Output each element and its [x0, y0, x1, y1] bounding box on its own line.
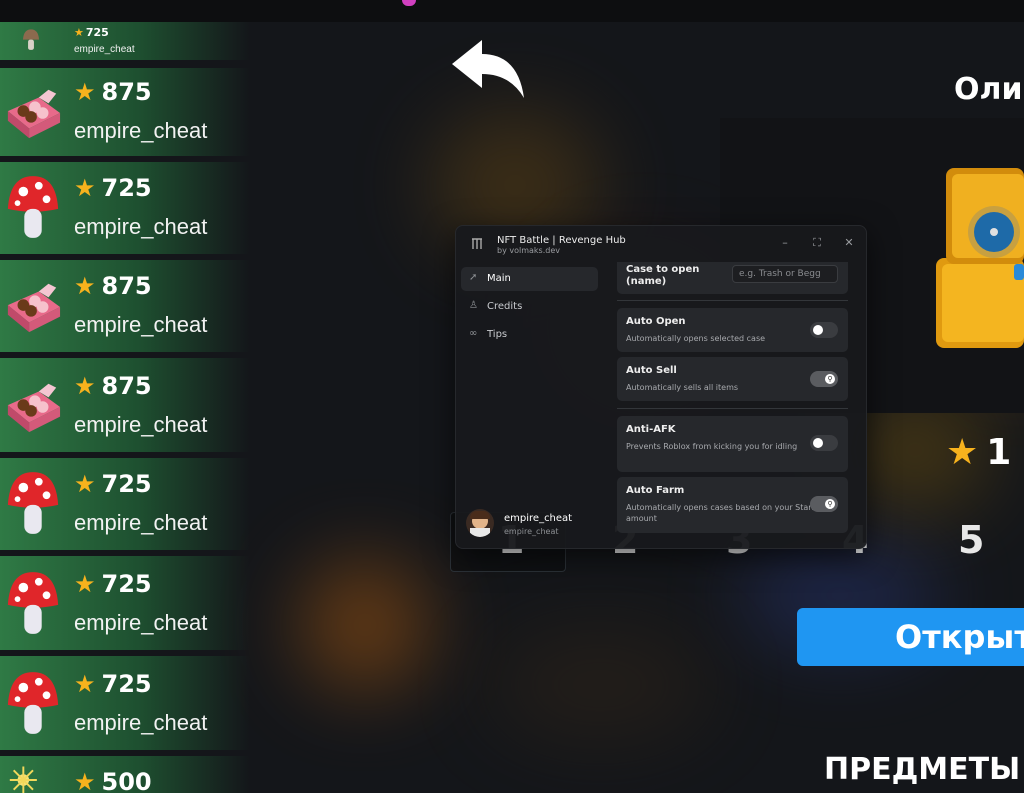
feed-card: ★ 725 empire_cheat — [0, 656, 250, 750]
gem-icon — [402, 0, 416, 6]
auto-farm-row: Auto Farm Automatically opens cases base… — [617, 477, 848, 533]
person-icon: ♙ — [469, 300, 478, 311]
page-number-5[interactable]: 5 — [958, 518, 984, 562]
rocket-icon: ➚ — [469, 272, 478, 283]
user-name: empire_cheat — [504, 513, 573, 524]
feed-card: ★ 875 empire_cheat — [0, 260, 250, 352]
drops-feed: ★ 725 empire_cheat ★ 875 empire_cheat ★ 725… — [0, 22, 250, 793]
nav-item-tips[interactable]: ∞ Tips — [461, 323, 598, 347]
feed-card: ★ 875 empire_cheat — [0, 68, 250, 156]
maximize-icon[interactable]: ⛶ — [810, 236, 824, 250]
user-profile: empire_cheat empire_cheat — [466, 509, 596, 543]
mushroom-icon — [22, 29, 40, 50]
anti-afk-row: Anti-AFK Prevents Roblox from kicking yo… — [617, 416, 848, 472]
nav-label: Main — [487, 273, 511, 284]
hub-title: NFT Battle | Revenge Hub — [497, 235, 626, 246]
user-handle: empire_cheat — [504, 527, 559, 536]
avatar — [466, 509, 494, 537]
nav-label: Tips — [487, 329, 508, 340]
hub-logo-icon — [472, 238, 482, 249]
golden-chest-watch-icon — [936, 168, 1024, 348]
sparkler-icon — [9, 766, 37, 793]
mushroom-icon — [7, 672, 59, 734]
chocolate-box-icon — [7, 283, 61, 333]
nav-item-main[interactable]: ➚ Main — [461, 267, 598, 291]
auto-farm-toggle[interactable]: ⚲ — [810, 496, 838, 512]
option-title: Auto Sell — [626, 365, 677, 376]
divider — [617, 408, 848, 409]
revenge-hub-window: NFT Battle | Revenge Hub by volmaks.dev … — [455, 225, 867, 549]
option-title: Anti-AFK — [626, 424, 676, 435]
open-case-button[interactable]: Открыт — [797, 608, 1024, 666]
feed-card: ★ 725 empire_cheat — [0, 556, 250, 650]
option-description: Prevents Roblox from kicking you for idl… — [626, 442, 798, 451]
main-content: Case to open (name) Auto Open Automatica… — [603, 262, 865, 548]
mushroom-icon — [7, 176, 59, 238]
option-description: Automatically opens selected case — [626, 334, 766, 343]
option-title: Auto Farm — [626, 485, 685, 496]
nav-item-credits[interactable]: ♙ Credits — [461, 295, 598, 319]
case-to-open-label: Case to open (name) — [626, 264, 700, 287]
feed-card: ★ 725 empire_cheat — [0, 162, 250, 254]
case-price: ★ 1 — [946, 432, 1012, 473]
option-title: Auto Open — [626, 316, 686, 327]
link-icon: ∞ — [469, 328, 478, 339]
feed-card: ★ 875 empire_cheat — [0, 358, 250, 452]
anti-afk-toggle[interactable] — [810, 435, 838, 451]
case-to-open-row: Case to open (name) — [617, 262, 848, 294]
feed-card: ★ 725 empire_cheat — [0, 22, 250, 60]
mushroom-icon — [7, 572, 59, 634]
nav-label: Credits — [487, 301, 523, 312]
auto-open-toggle[interactable] — [810, 322, 838, 338]
option-description: Automatically opens cases based on your … — [626, 503, 816, 523]
back-arrow-icon[interactable] — [448, 38, 528, 100]
case-name-input[interactable] — [732, 265, 838, 283]
close-icon[interactable]: ✕ — [842, 236, 856, 250]
feed-card: ★ 500 — [0, 756, 250, 793]
chocolate-box-icon — [7, 89, 61, 139]
mushroom-icon — [7, 472, 59, 534]
auto-sell-toggle[interactable]: ⚲ — [810, 371, 838, 387]
auto-open-row: Auto Open Automatically opens selected c… — [617, 308, 848, 352]
hub-subtitle: by volmaks.dev — [497, 246, 560, 255]
items-heading: ПРЕДМЕТЫ — [824, 752, 1021, 787]
divider — [617, 300, 848, 301]
option-description: Automatically sells all items — [626, 383, 739, 392]
auto-sell-row: Auto Sell Automatically sells all items … — [617, 357, 848, 401]
minimize-icon[interactable]: – — [778, 236, 792, 250]
case-title: Оли — [954, 72, 1023, 107]
feed-card: ★ 725 empire_cheat — [0, 458, 250, 550]
top-bar — [0, 0, 1024, 22]
chocolate-box-icon — [7, 383, 61, 433]
star-icon: ★ — [946, 432, 979, 473]
open-case-label: Открыт — [895, 618, 1024, 656]
